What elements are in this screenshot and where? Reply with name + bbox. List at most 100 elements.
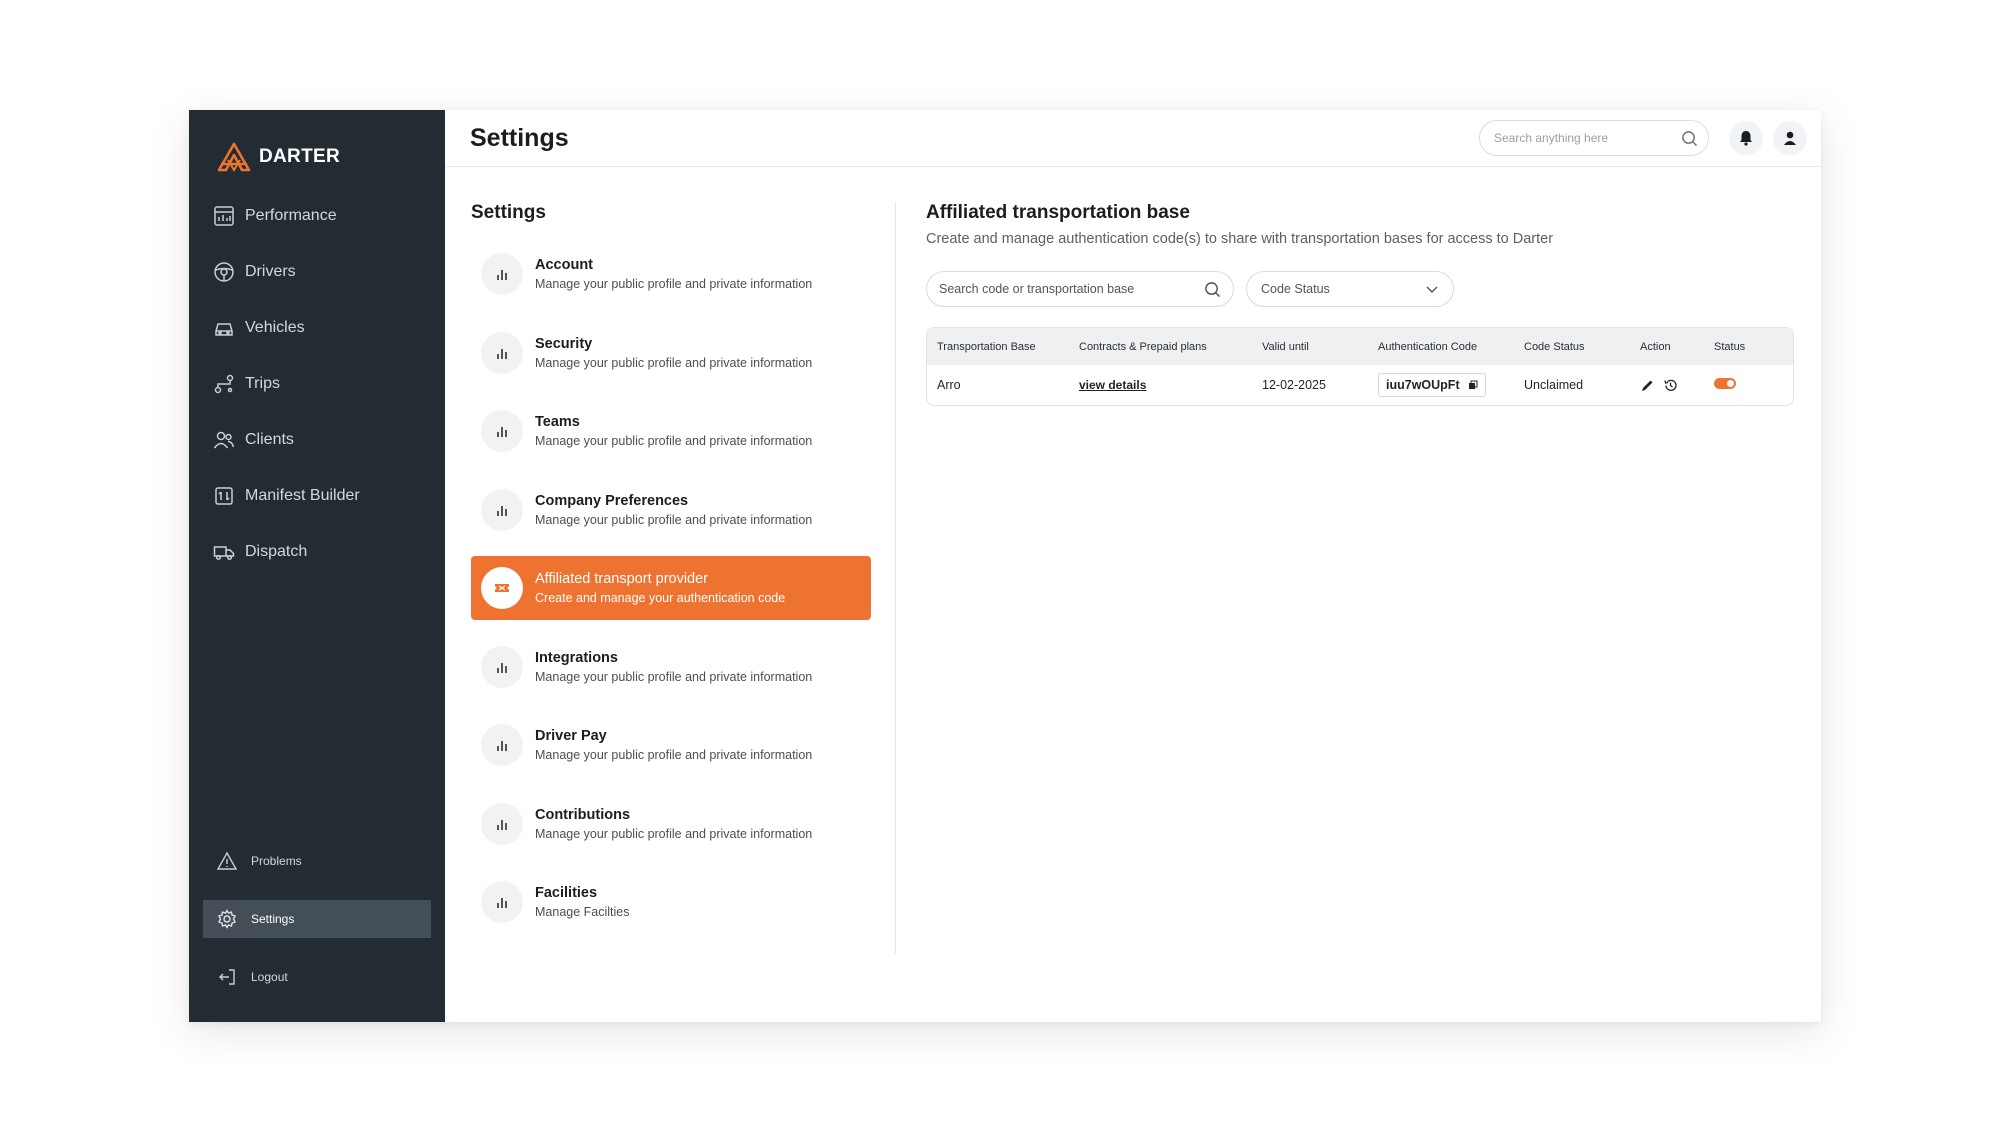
search-icon[interactable] — [1204, 281, 1221, 298]
car-icon — [215, 323, 233, 336]
column-header: Transportation Base — [937, 340, 1036, 353]
settings-item-text: Company Preferences Manage your public pr… — [535, 493, 812, 527]
gear-icon — [218, 909, 236, 929]
settings-item-title: Contributions — [535, 806, 631, 823]
user-icon — [1784, 131, 1796, 145]
top-header: Settings — [445, 110, 1821, 167]
column-header: Authentication Code — [1378, 340, 1478, 353]
sidebar-item-trips[interactable]: Trips — [213, 356, 423, 412]
codes-table: Transportation Base Contracts & Prepaid … — [926, 327, 1794, 406]
panel-title: Affiliated transportation base — [926, 202, 1190, 223]
cell-auth-code: iuu7wOUpFt — [1378, 373, 1524, 397]
sidebar-item-label: Manifest Builder — [245, 487, 360, 504]
filter-bar: Code Status — [926, 271, 1794, 307]
copy-icon[interactable] — [1468, 380, 1478, 390]
settings-item-teams[interactable]: Teams Manage your public profile and priv… — [471, 399, 871, 463]
sidebar-item-label: Clients — [245, 431, 294, 448]
settings-item-desc: Manage your public profile and private i… — [535, 826, 813, 841]
steering-wheel-icon — [214, 262, 234, 282]
bar-chart-icon-wrap — [481, 724, 523, 766]
bar-chart-icon-wrap — [481, 253, 523, 295]
settings-item-driver-pay[interactable]: Driver Pay Manage your public profile and… — [471, 713, 871, 777]
settings-item-affiliated-transport-provider[interactable]: Affiliated transport provider Create and … — [471, 556, 871, 620]
bar-chart-icon-wrap — [481, 410, 523, 452]
column-header: Action — [1640, 340, 1671, 353]
sidebar-item-vehicles[interactable]: Vehicles — [213, 300, 423, 356]
global-search-input[interactable] — [1494, 131, 1681, 145]
code-search-input[interactable] — [939, 282, 1204, 296]
chart-icon — [214, 206, 234, 226]
bar-chart-icon — [497, 741, 507, 751]
affiliated-panel: Affiliated transportation base Create an… — [926, 202, 1794, 406]
settings-item-integrations[interactable]: Integrations Manage your public profile a… — [471, 635, 871, 699]
status-toggle[interactable] — [1714, 378, 1736, 389]
sidebar-item-label: Settings — [251, 912, 295, 926]
sidebar-item-label: Dispatch — [245, 543, 308, 560]
settings-item-desc: Manage Facilties — [535, 905, 630, 919]
route-icon — [214, 374, 234, 394]
brand-logo[interactable]: DARTER — [217, 142, 340, 172]
sidebar-item-drivers[interactable]: Drivers — [213, 244, 423, 300]
code-search — [926, 271, 1234, 307]
settings-item-title: Affiliated transport provider — [535, 571, 709, 587]
sidebar-item-manifest-builder[interactable]: Manifest Builder — [213, 468, 423, 524]
manifest-icon — [215, 487, 233, 505]
settings-item-account[interactable]: Account Manage your public profile and pr… — [471, 242, 871, 306]
warning-icon — [217, 851, 237, 870]
cell-valid-until: 12-02-2025 — [1262, 378, 1326, 392]
settings-item-contributions[interactable]: Contributions Manage your public profile … — [471, 792, 871, 856]
code-status-dropdown[interactable]: Code Status — [1246, 271, 1454, 307]
bar-chart-icon-wrap — [481, 645, 523, 688]
row-actions — [1640, 378, 1714, 393]
table-row: Arro view details 12-02-2025 iuu7wOUpFt … — [927, 365, 1793, 405]
search-icon[interactable] — [1681, 130, 1698, 147]
sidebar-item-performance[interactable]: Performance — [213, 188, 423, 244]
settings-item-text: Teams Manage your public profile and priv… — [535, 414, 812, 448]
sidebar-item-label: Trips — [245, 375, 280, 392]
page-title: Settings — [470, 123, 569, 152]
settings-item-security[interactable]: Security Manage your public profile and p… — [471, 321, 871, 385]
edit-pencil-icon[interactable] — [1640, 378, 1655, 393]
bar-chart-icon — [497, 505, 507, 516]
bell-icon — [1740, 131, 1752, 146]
sidebar-item-label: Logout — [251, 970, 288, 984]
sidebar-item-label: Drivers — [245, 263, 296, 280]
column-divider — [895, 202, 896, 954]
sidebar-item-problems[interactable]: Problems — [203, 842, 431, 880]
settings-item-desc: Create and manage your authentication co… — [535, 591, 786, 605]
sidebar-item-clients[interactable]: Clients — [213, 412, 423, 468]
settings-item-desc: Manage your public profile and private i… — [535, 669, 813, 684]
history-icon[interactable] — [1663, 378, 1678, 393]
auth-code-value: iuu7wOUpFt — [1386, 378, 1460, 392]
profile-button[interactable] — [1773, 121, 1807, 155]
sidebar-item-label: Vehicles — [245, 319, 305, 336]
settings-item-company-preferences[interactable]: Company Preferences Manage your public pr… — [471, 478, 871, 542]
settings-item-title: Account — [535, 257, 593, 273]
settings-item-desc: Manage your public profile and private i… — [535, 748, 813, 762]
bar-chart-icon — [497, 348, 507, 359]
settings-heading: Settings — [471, 202, 546, 223]
sidebar-bottom: Problems Settings Logout — [203, 842, 431, 1016]
settings-item-desc: Manage your public profile and private i… — [535, 277, 813, 291]
cell-base: Arro — [937, 378, 961, 392]
settings-item-facilities[interactable]: Facilities Manage Facilties — [471, 870, 871, 934]
sidebar-item-dispatch[interactable]: Dispatch — [213, 524, 423, 580]
settings-item-desc: Manage your public profile and private i… — [535, 434, 813, 448]
settings-menu: Settings Account Manage your public profi… — [471, 202, 871, 949]
brand-name: DARTER — [259, 146, 340, 167]
settings-item-text: Integrations Manage your public profile a… — [535, 650, 812, 684]
view-details-link[interactable]: view details — [1079, 378, 1146, 392]
panel-subtitle: Create and manage authentication code(s)… — [926, 231, 1554, 247]
code-status-dropdown-label: Code Status — [1261, 282, 1330, 296]
settings-item-text: Security Manage your public profile and p… — [535, 336, 812, 370]
ticket-icon-wrap — [481, 567, 523, 609]
sidebar-item-label: Problems — [251, 854, 302, 868]
notifications-button[interactable] — [1729, 121, 1763, 155]
sidebar-item-settings[interactable]: Settings — [203, 900, 431, 938]
cell-actions — [1640, 378, 1714, 393]
settings-item-title: Facilities — [535, 885, 598, 901]
cell-code-status: Unclaimed — [1524, 378, 1584, 392]
sidebar-item-logout[interactable]: Logout — [203, 958, 431, 996]
sidebar-nav: Performance Drivers Vehicles Trips Clien… — [213, 188, 423, 580]
column-header: Code Status — [1524, 340, 1585, 353]
